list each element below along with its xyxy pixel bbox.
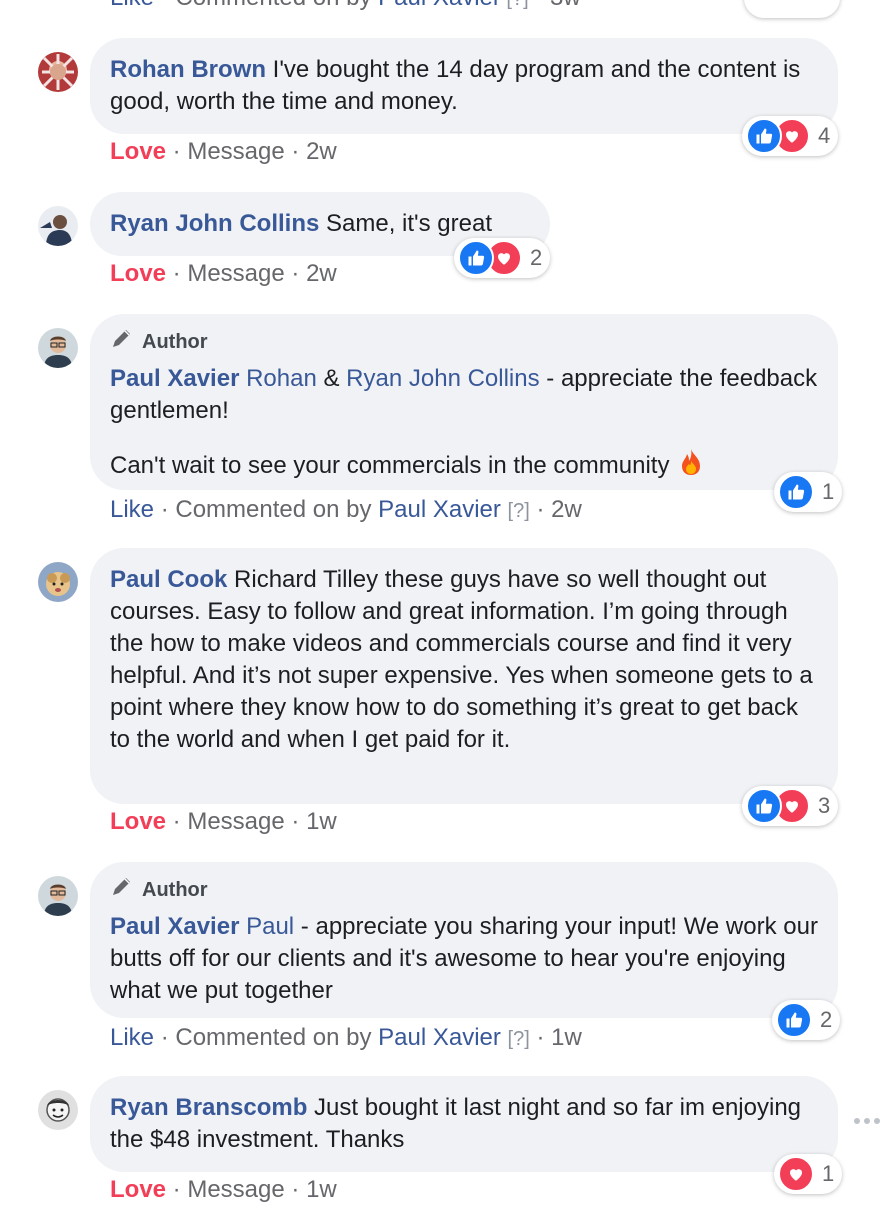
comment-meta: Love · Message · 1w <box>110 808 337 835</box>
like-icon <box>778 474 814 510</box>
comment-meta: Like · Commented on by Paul Xavier [?] ·… <box>110 496 582 523</box>
comment-meta-top: Like · Commented on by Paul Xavier [?] ·… <box>110 0 581 13</box>
comment-bubble: Ryan Branscomb Just bought it last night… <box>90 1076 838 1172</box>
comment-bubble: Author Paul Xavier Rohan & Ryan John Col… <box>90 314 838 490</box>
reaction-count: 1 <box>822 1161 835 1186</box>
mention-link[interactable]: Ryan John Collins <box>346 365 539 392</box>
fire-emoji-icon <box>676 447 706 486</box>
like-link[interactable]: Like <box>110 496 154 523</box>
help-link[interactable]: [?] <box>508 1028 530 1050</box>
pencil-icon <box>110 326 134 357</box>
avatar[interactable] <box>38 206 78 246</box>
like-icon <box>458 240 494 276</box>
love-link[interactable]: Love <box>110 260 166 287</box>
love-link[interactable]: Love <box>110 808 166 835</box>
timestamp[interactable]: 2w <box>551 496 582 523</box>
comment-meta: Like · Commented on by Paul Xavier [?] ·… <box>110 1024 582 1051</box>
like-icon <box>746 788 782 824</box>
commenter-name[interactable]: Paul Xavier <box>110 913 239 940</box>
comment-text-line-1: Paul Xavier Rohan & Ryan John Collins - … <box>110 365 818 424</box>
mention-link[interactable]: Rohan <box>246 365 317 392</box>
avatar[interactable] <box>38 52 78 92</box>
comment-text-line-2: Can't wait to see your commercials in th… <box>110 447 818 486</box>
timestamp[interactable]: 2w <box>306 260 337 287</box>
reaction-summary[interactable]: 2 <box>454 238 551 278</box>
love-link[interactable]: Love <box>110 1176 166 1203</box>
author-link[interactable]: Paul Xavier <box>378 1024 501 1051</box>
comment-meta: Love · Message · 2w <box>110 138 337 165</box>
timestamp[interactable]: 2w <box>306 138 337 165</box>
commenter-name[interactable]: Ryan John Collins <box>110 210 319 237</box>
comment-text: Same, it's great <box>319 210 493 237</box>
reaction-summary[interactable]: 2 <box>772 1000 841 1040</box>
reaction-summary[interactable]: 1 <box>774 1154 843 1194</box>
comment-bubble: Rohan Brown I've bought the 14 day progr… <box>90 38 838 134</box>
pencil-icon <box>110 874 134 905</box>
avatar[interactable] <box>38 1090 78 1130</box>
avatar[interactable] <box>38 328 78 368</box>
help-link[interactable]: [?] <box>508 500 530 522</box>
reaction-count: 2 <box>820 1007 833 1032</box>
message-link[interactable]: Message <box>187 260 284 287</box>
reaction-count: 3 <box>818 793 831 818</box>
timestamp[interactable]: 1w <box>306 808 337 835</box>
comment-bubble: Paul Cook Richard Tilley these guys have… <box>90 548 838 804</box>
reaction-summary[interactable]: 4 <box>742 116 839 156</box>
message-link[interactable]: Message <box>187 138 284 165</box>
commenter-name[interactable]: Rohan Brown <box>110 56 266 83</box>
author-badge: Author <box>110 874 818 905</box>
like-icon <box>776 1002 812 1038</box>
avatar[interactable] <box>38 562 78 602</box>
commenter-name[interactable]: Paul Cook <box>110 566 227 593</box>
author-badge: Author <box>110 326 818 357</box>
more-options-icon[interactable] <box>854 1118 882 1124</box>
love-icon <box>778 1156 814 1192</box>
avatar[interactable] <box>38 876 78 916</box>
reaction-summary-top[interactable] <box>744 0 840 18</box>
reaction-summary[interactable]: 1 <box>774 472 843 512</box>
reaction-count: 2 <box>530 245 543 270</box>
author-link[interactable]: Paul Xavier <box>378 496 501 523</box>
comment-text: Richard Tilley these guys have so well t… <box>110 566 813 753</box>
commenter-name[interactable]: Paul Xavier <box>110 365 239 392</box>
mention-link[interactable]: Paul <box>246 913 294 940</box>
author-link[interactable]: Paul Xavier <box>378 0 501 11</box>
reaction-summary[interactable]: 3 <box>742 786 839 826</box>
like-link[interactable]: Like <box>110 0 154 11</box>
like-link[interactable]: Like <box>110 1024 154 1051</box>
comment-text-line: Paul Xavier Paul - appreciate you sharin… <box>110 911 818 1007</box>
commenter-name[interactable]: Ryan Branscomb <box>110 1094 307 1121</box>
reaction-count: 1 <box>822 479 835 504</box>
like-icon <box>746 118 782 154</box>
timestamp[interactable]: 1w <box>306 1176 337 1203</box>
timestamp[interactable]: 1w <box>551 1024 582 1051</box>
reaction-count: 4 <box>818 123 831 148</box>
message-link[interactable]: Message <box>187 808 284 835</box>
comment-meta: Love · Message · 1w <box>110 1176 337 1203</box>
message-link[interactable]: Message <box>187 1176 284 1203</box>
comment-bubble: Author Paul Xavier Paul - appreciate you… <box>90 862 838 1018</box>
love-link[interactable]: Love <box>110 138 166 165</box>
comment-meta: Love · Message · 2w <box>110 260 337 287</box>
